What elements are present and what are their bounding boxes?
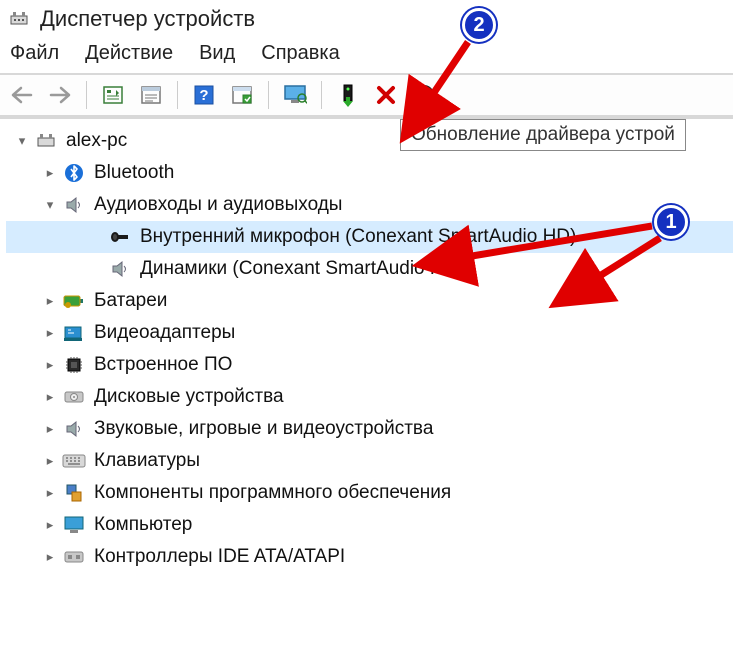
chevron-right-icon[interactable]: ▸ [40,291,60,311]
tree-item-audio[interactable]: ▾ Аудиовходы и аудиовыходы [6,189,733,221]
keyboard-icon [62,449,86,473]
chevron-down-icon[interactable]: ▾ [40,195,60,215]
disk-icon [62,385,86,409]
menu-view[interactable]: Вид [199,42,235,65]
chevron-right-icon[interactable]: ▸ [40,419,60,439]
component-icon [62,481,86,505]
tree-label: Видеоадаптеры [94,322,235,344]
chevron-right-icon[interactable]: ▸ [40,323,60,343]
tree-label: Bluetooth [94,162,174,184]
tree-label: Дисковые устройства [94,386,284,408]
tree-label: Динамики (Conexant SmartAudio HD) [140,258,464,280]
tree-label: Аудиовходы и аудиовыходы [94,194,342,216]
tree-container: Обновление драйвера устрой ▾ alex-pc ▸ B… [0,117,733,573]
battery-icon [62,289,86,313]
tree-label: Встроенное ПО [94,354,232,376]
annotation-badge-1: 1 [654,205,688,239]
tree-item-firmware[interactable]: ▸ Встроенное ПО [6,349,733,381]
tree-item-speakers[interactable]: ▸ Динамики (Conexant SmartAudio HD) [6,253,733,285]
tree-item-sound-game[interactable]: ▸ Звуковые, игровые и видеоустройства [6,413,733,445]
tree-label: Внутренний микрофон (Conexant SmartAudio… [140,226,576,248]
back-button[interactable] [6,79,38,111]
display-adapter-icon [62,321,86,345]
controller-icon [62,545,86,569]
properties-button[interactable] [135,79,167,111]
monitor-button[interactable] [279,79,311,111]
help-button[interactable]: ? [188,79,220,111]
microphone-icon [108,225,132,249]
tree-item-bluetooth[interactable]: ▸ Bluetooth [6,157,733,189]
forward-button[interactable] [44,79,76,111]
menu-help[interactable]: Справка [261,42,339,65]
tree-item-ide-controllers[interactable]: ▸ Контроллеры IDE ATA/ATAPI [6,541,733,573]
scan-hardware-button[interactable] [226,79,258,111]
window-title: Диспетчер устройств [40,6,255,32]
tree-label: Компьютер [94,514,192,536]
tree-label: Клавиатуры [94,450,200,472]
chevron-right-icon[interactable]: ▸ [40,451,60,471]
update-driver-button[interactable] [332,79,364,111]
annotation-badge-2: 2 [462,8,496,42]
chevron-right-icon[interactable]: ▸ [40,163,60,183]
menu-file[interactable]: Файл [10,42,59,65]
tree-label: Звуковые, игровые и видеоустройства [94,418,433,440]
tree-item-microphone[interactable]: ▸ Внутренний микрофон (Conexant SmartAud… [6,221,733,253]
show-hidden-button[interactable] [97,79,129,111]
uninstall-device-button[interactable] [370,79,402,111]
toolbar-separator [321,81,322,109]
tree-item-batteries[interactable]: ▸ Батареи [6,285,733,317]
device-tree[interactable]: ▾ alex-pc ▸ Bluetooth ▾ Аудиовходы и ауд… [0,125,733,573]
tree-item-software-components[interactable]: ▸ Компоненты программного обеспечения [6,477,733,509]
tree-label: alex-pc [66,130,127,152]
chevron-right-icon[interactable]: ▸ [40,515,60,535]
tree-label: Компоненты программного обеспечения [94,482,451,504]
menu-action[interactable]: Действие [85,42,173,65]
speaker-icon [108,257,132,281]
tooltip: Обновление драйвера устрой [400,119,686,151]
tree-item-computer[interactable]: ▸ Компьютер [6,509,733,541]
chip-icon [62,353,86,377]
monitor-icon [62,513,86,537]
bluetooth-icon [62,161,86,185]
tree-label: Батареи [94,290,167,312]
menubar: Файл Действие Вид Справка [0,36,733,73]
tree-label: Контроллеры IDE ATA/ATAPI [94,546,345,568]
tree-item-display-adapters[interactable]: ▸ Видеоадаптеры [6,317,733,349]
chevron-right-icon[interactable]: ▸ [40,355,60,375]
speaker-icon [62,417,86,441]
computer-icon [34,129,58,153]
toolbar-separator [268,81,269,109]
toolbar-separator [177,81,178,109]
titlebar: Диспетчер устройств [0,0,733,36]
chevron-right-icon[interactable]: ▸ [40,483,60,503]
devmgr-icon [8,8,30,30]
toolbar-separator [86,81,87,109]
tree-item-keyboards[interactable]: ▸ Клавиатуры [6,445,733,477]
toolbar: ? [0,73,733,117]
speaker-icon [62,193,86,217]
chevron-down-icon[interactable]: ▾ [12,131,32,151]
svg-text:?: ? [199,87,208,104]
chevron-right-icon[interactable]: ▸ [40,387,60,407]
tree-item-disk-drives[interactable]: ▸ Дисковые устройства [6,381,733,413]
chevron-right-icon[interactable]: ▸ [40,547,60,567]
disable-device-button[interactable] [408,79,440,111]
